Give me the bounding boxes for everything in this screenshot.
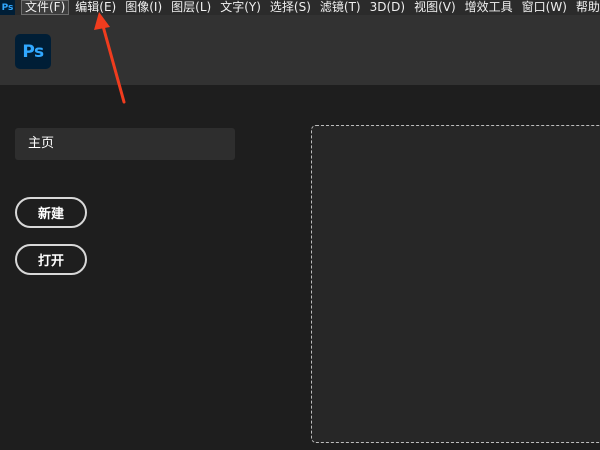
new-button-label: 新建 bbox=[37, 207, 64, 222]
menu-window[interactable]: 窗口(W) bbox=[522, 0, 567, 15]
home-screen: 主页 新建 打开 bbox=[0, 85, 600, 450]
home-tab-label: 主页 bbox=[28, 136, 55, 151]
menu-edit[interactable]: 编辑(E) bbox=[75, 0, 116, 15]
menu-layer[interactable]: 图层(L) bbox=[171, 0, 211, 15]
menu-plugins[interactable]: 增效工具 bbox=[465, 0, 513, 15]
menu-type[interactable]: 文字(Y) bbox=[220, 0, 261, 15]
logo-text: Ps bbox=[22, 41, 44, 62]
sidebar-item-home[interactable]: 主页 bbox=[15, 128, 235, 160]
new-button[interactable]: 新建 bbox=[15, 197, 87, 228]
header-band: Ps bbox=[0, 15, 600, 85]
open-button-label: 打开 bbox=[37, 254, 64, 269]
menu-bar: Ps 文件(F) 编辑(E) 图像(I) 图层(L) 文字(Y) 选择(S) 滤… bbox=[0, 0, 600, 15]
app-icon-text: Ps bbox=[1, 2, 14, 13]
open-button[interactable]: 打开 bbox=[15, 244, 87, 275]
menu-view[interactable]: 视图(V) bbox=[414, 0, 456, 15]
menu-help[interactable]: 帮助 bbox=[576, 0, 600, 15]
photoshop-logo: Ps bbox=[15, 34, 51, 69]
menu-file[interactable]: 文件(F) bbox=[21, 0, 70, 15]
menu-select[interactable]: 选择(S) bbox=[270, 0, 311, 15]
photoshop-app-icon[interactable]: Ps bbox=[0, 0, 15, 15]
file-drop-zone[interactable] bbox=[311, 125, 600, 443]
menu-3d[interactable]: 3D(D) bbox=[370, 0, 405, 15]
menu-image[interactable]: 图像(I) bbox=[125, 0, 162, 15]
menu-filter[interactable]: 滤镜(T) bbox=[320, 0, 361, 15]
